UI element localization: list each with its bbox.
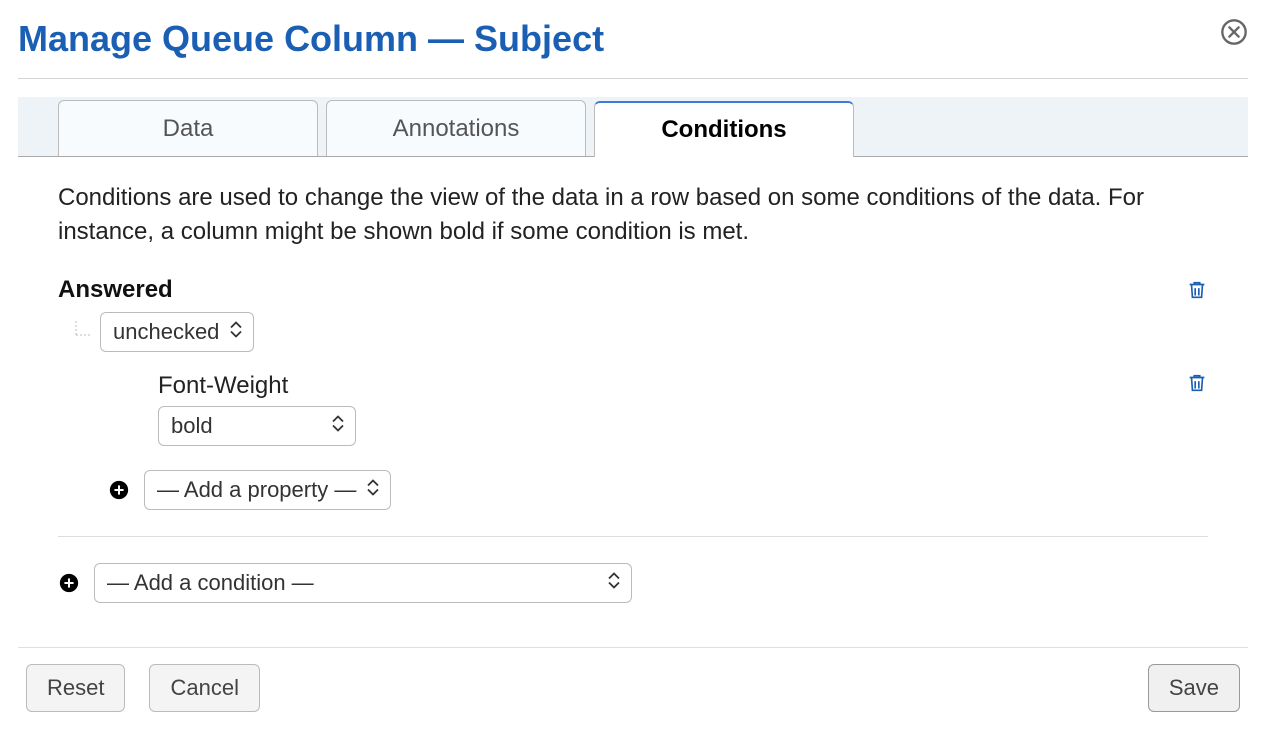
select-value: — Add a property — bbox=[144, 470, 391, 510]
trash-icon[interactable] bbox=[1186, 372, 1208, 394]
property-label: Font-Weight bbox=[158, 372, 356, 400]
tab-label: Data bbox=[163, 115, 214, 143]
add-condition-select[interactable]: — Add a condition — bbox=[94, 563, 632, 603]
add-property-select[interactable]: — Add a property — bbox=[144, 470, 391, 510]
tab-label: Annotations bbox=[393, 115, 520, 143]
condition-state-select[interactable]: unchecked bbox=[100, 312, 254, 352]
select-value: bold bbox=[158, 406, 356, 446]
dialog-footer: Reset Cancel Save bbox=[18, 648, 1248, 728]
condition-state-row: unchecked bbox=[72, 312, 1208, 352]
tree-connector-icon bbox=[72, 321, 94, 343]
condition-name: Answered bbox=[58, 276, 173, 304]
divider bbox=[58, 536, 1208, 537]
tab-content: Conditions are used to change the view o… bbox=[18, 157, 1248, 613]
add-condition-row: — Add a condition — bbox=[58, 563, 1208, 603]
select-value: unchecked bbox=[100, 312, 254, 352]
property-block: Font-Weight bold bbox=[158, 372, 1208, 446]
add-property-row: — Add a property — bbox=[108, 470, 1208, 510]
dialog-title: Manage Queue Column — Subject bbox=[18, 18, 1248, 60]
plus-circle-icon[interactable] bbox=[108, 479, 130, 501]
separator bbox=[18, 78, 1248, 79]
tab-annotations[interactable]: Annotations bbox=[326, 100, 586, 156]
close-icon[interactable] bbox=[1220, 18, 1248, 46]
property-value-select[interactable]: bold bbox=[158, 406, 356, 446]
conditions-description: Conditions are used to change the view o… bbox=[58, 181, 1208, 248]
trash-icon[interactable] bbox=[1186, 279, 1208, 301]
plus-circle-icon[interactable] bbox=[58, 572, 80, 594]
save-button[interactable]: Save bbox=[1148, 664, 1240, 712]
tab-label: Conditions bbox=[661, 116, 786, 144]
cancel-button[interactable]: Cancel bbox=[149, 664, 259, 712]
select-value: — Add a condition — bbox=[94, 563, 632, 603]
tab-bar: Data Annotations Conditions bbox=[18, 97, 1248, 157]
dialog: Manage Queue Column — Subject Data Annot… bbox=[0, 0, 1266, 756]
tab-conditions[interactable]: Conditions bbox=[594, 101, 854, 157]
tab-data[interactable]: Data bbox=[58, 100, 318, 156]
condition-block: Answered unchecked bbox=[58, 276, 1208, 510]
reset-button[interactable]: Reset bbox=[26, 664, 125, 712]
